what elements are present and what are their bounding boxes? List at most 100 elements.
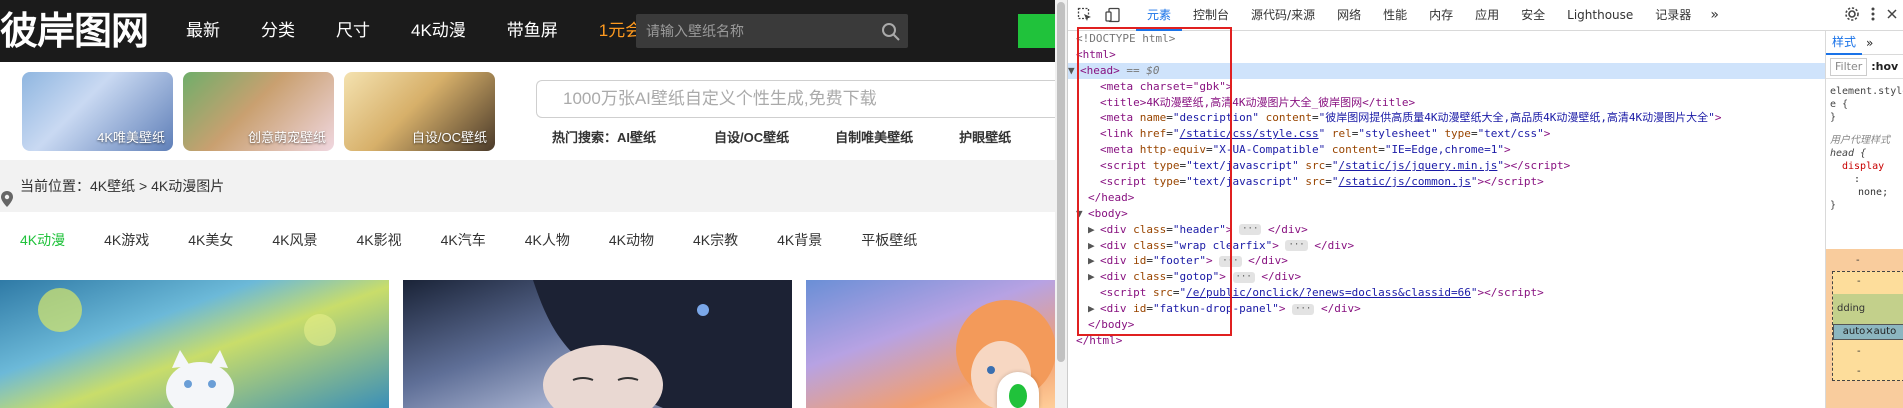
site-logo[interactable]: 彼岸图网 — [0, 4, 149, 58]
dom-node[interactable]: </head> — [1068, 190, 1825, 206]
ellipsis-badge[interactable]: ··· — [1239, 224, 1262, 236]
tab-lighthouse[interactable]: Lighthouse — [1556, 0, 1644, 31]
expand-triangle-icon[interactable]: ▼ — [1076, 206, 1088, 222]
category-tab-game[interactable]: 4K游戏 — [104, 230, 149, 250]
tab-elements[interactable]: 元素 — [1136, 0, 1183, 31]
scrollbar-thumb[interactable] — [1057, 2, 1065, 362]
border-value[interactable]: - — [1857, 366, 1861, 377]
dom-node[interactable]: ▶ <div class="wrap clearfix"> ··· </div> — [1068, 238, 1825, 254]
search-input[interactable] — [636, 14, 876, 48]
nav-item-size[interactable]: 尺寸 — [336, 0, 391, 62]
breadcrumb-home-link[interactable]: 4K壁纸 — [90, 160, 135, 212]
nav-item-category[interactable]: 分类 — [261, 0, 316, 62]
dom-node[interactable]: </body> — [1068, 317, 1825, 333]
tab-recorder[interactable]: 记录器 — [1644, 0, 1702, 31]
hot-search-item[interactable]: 护眼壁纸 — [959, 127, 1011, 146]
ellipsis-badge[interactable]: ··· — [1232, 271, 1255, 283]
dom-node[interactable]: ▶ <div id="fatkun-drop-panel"> ··· </div> — [1068, 301, 1825, 317]
dom-node[interactable]: </html> — [1068, 333, 1825, 349]
padding-value[interactable]: - — [1857, 346, 1861, 357]
category-tab-religion[interactable]: 4K宗教 — [693, 230, 738, 250]
hover-state-toggle[interactable]: :hov — [1871, 60, 1898, 73]
category-tab-anime[interactable]: 4K动漫 — [20, 230, 65, 250]
styles-more-button[interactable]: » — [1862, 36, 1873, 50]
attr-link[interactable]: /e/public/onclick/?enews=doclass&classid… — [1186, 286, 1471, 299]
tab-security[interactable]: 安全 — [1510, 0, 1556, 31]
dom-node-selected[interactable]: ▼ <head> == $0 — [1068, 62, 1825, 79]
dom-node[interactable]: <title>4K动漫壁纸,高清4K动漫图片大全_彼岸图网</title> — [1068, 95, 1825, 111]
tab-sources[interactable]: 源代码/来源 — [1240, 0, 1326, 31]
tab-network[interactable]: 网络 — [1326, 0, 1372, 31]
dom-node[interactable]: <meta charset="gbk"> — [1068, 79, 1825, 95]
tag-text: <body> — [1088, 206, 1128, 220]
tab-styles[interactable]: 样式 — [1826, 31, 1863, 55]
category-tab-beauty[interactable]: 4K美女 — [188, 230, 233, 250]
nav-item-ultrawide[interactable]: 带鱼屏 — [507, 0, 579, 62]
wallpaper-grid — [0, 280, 1055, 408]
styles-filter-input[interactable]: Filter — [1830, 57, 1868, 76]
nav-item-4k-anime[interactable]: 4K动漫 — [411, 0, 487, 62]
page-scrollbar[interactable] — [1055, 0, 1067, 408]
nav-item-latest[interactable]: 最新 — [186, 0, 241, 62]
attr-link[interactable]: /static/js/jquery.min.js — [1338, 159, 1497, 172]
margin-value[interactable]: - — [1856, 255, 1860, 266]
dom-node[interactable]: <script type="text/javascript" src="/sta… — [1068, 174, 1825, 190]
dom-node[interactable]: ▶ <div class="gotop"> ··· </div> — [1068, 269, 1825, 285]
border-value[interactable]: - — [1857, 276, 1861, 287]
more-options-icon[interactable] — [1870, 6, 1876, 26]
search-icon[interactable] — [880, 21, 902, 43]
login-button[interactable] — [1018, 14, 1055, 48]
tab-memory[interactable]: 内存 — [1418, 0, 1464, 31]
banner-pets[interactable]: 创意萌宠壁纸 — [183, 72, 334, 151]
category-tab-scenery[interactable]: 4K风景 — [272, 230, 317, 250]
banner-aesthetic[interactable]: 4K唯美壁纸 — [22, 72, 173, 151]
dom-node[interactable]: ▶ <div id="footer"> ··· </div> — [1068, 253, 1825, 269]
box-model-content[interactable]: auto×auto — [1833, 324, 1903, 340]
hot-search-item[interactable]: 自设/OC壁纸 — [714, 127, 789, 146]
wallpaper-thumbnail[interactable] — [0, 280, 389, 408]
close-icon[interactable] — [1886, 8, 1898, 24]
dom-node[interactable]: <meta name="description" content="彼岸图网提供… — [1068, 110, 1825, 126]
dom-node[interactable]: <link href="/static/css/style.css" rel="… — [1068, 126, 1825, 142]
category-tab-people[interactable]: 4K人物 — [525, 230, 570, 250]
collapse-triangle-icon[interactable]: ▶ — [1088, 253, 1100, 269]
tab-console[interactable]: 控制台 — [1182, 0, 1240, 31]
collapse-triangle-icon[interactable]: ▶ — [1088, 222, 1100, 238]
ellipsis-badge[interactable]: ··· — [1219, 255, 1242, 267]
device-toggle-icon[interactable] — [1102, 4, 1124, 26]
attr-link[interactable]: /static/css/style.css — [1180, 127, 1319, 140]
attr-link[interactable]: /static/js/common.js — [1338, 175, 1470, 188]
hot-search-item[interactable]: 自制唯美壁纸 — [835, 127, 913, 146]
dom-node[interactable]: <meta http-equiv="X-UA-Compatible" conte… — [1068, 142, 1825, 158]
category-tab-film[interactable]: 4K影视 — [357, 230, 402, 250]
collapse-triangle-icon[interactable]: ▶ — [1088, 269, 1100, 285]
settings-gear-icon[interactable] — [1844, 6, 1860, 26]
category-tab-animal[interactable]: 4K动物 — [609, 230, 654, 250]
dom-node[interactable]: ▼ <body> — [1068, 206, 1825, 222]
wallpaper-thumbnail[interactable] — [403, 280, 792, 408]
tag-text: </body> — [1088, 318, 1135, 332]
dom-node[interactable]: ▶ <div class="header"> ··· </div> — [1068, 222, 1825, 238]
category-tab-background[interactable]: 4K背景 — [777, 230, 822, 250]
qq-chat-icon[interactable] — [997, 372, 1039, 408]
hot-search-item[interactable]: AI壁纸 — [617, 127, 656, 146]
tab-performance[interactable]: 性能 — [1372, 0, 1418, 31]
dom-node[interactable]: <script src="/e/public/onclick/?enews=do… — [1068, 285, 1825, 301]
inspect-element-icon[interactable] — [1074, 4, 1096, 26]
banner-oc[interactable]: 自设/OC壁纸 — [344, 72, 495, 151]
dom-node[interactable]: <script type="text/javascript" src="/sta… — [1068, 158, 1825, 174]
feature-banners: 4K唯美壁纸 创意萌宠壁纸 自设/OC壁纸 — [22, 72, 495, 151]
more-tabs-button[interactable]: » — [1702, 0, 1727, 31]
dom-node[interactable]: <html> — [1068, 47, 1825, 63]
ai-generate-input[interactable] — [537, 81, 1055, 117]
breadcrumb-current[interactable]: 4K动漫图片 — [151, 160, 224, 212]
category-tab-tablet[interactable]: 平板壁纸 — [861, 230, 917, 250]
collapse-triangle-icon[interactable]: ▶ — [1088, 301, 1100, 317]
category-tab-car[interactable]: 4K汽车 — [441, 230, 486, 250]
tab-application[interactable]: 应用 — [1464, 0, 1510, 31]
collapse-triangle-icon[interactable]: ▶ — [1088, 238, 1100, 254]
expand-triangle-icon[interactable]: ▼ — [1068, 63, 1080, 79]
ellipsis-badge[interactable]: ··· — [1285, 240, 1308, 252]
ellipsis-badge[interactable]: ··· — [1292, 303, 1315, 315]
dom-node[interactable]: <!DOCTYPE html> — [1068, 31, 1825, 47]
